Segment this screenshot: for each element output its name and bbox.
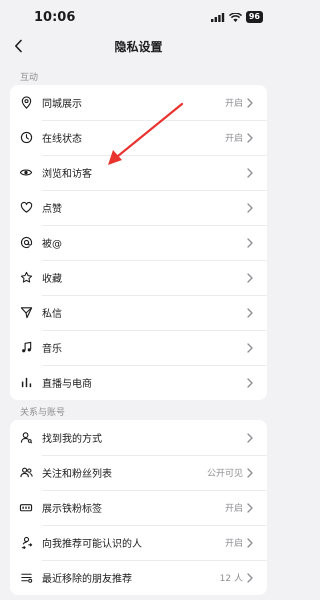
- chevron-right-icon: [247, 490, 261, 525]
- battery-indicator: 96: [245, 11, 263, 23]
- relations-settings-card: 找到我的方式 关注和粉丝列表 公开可见 展示铁粉标签 开启 向我推荐可能认识的人…: [10, 420, 267, 595]
- setting-row-find-me[interactable]: 找到我的方式: [10, 420, 267, 455]
- chevron-right-icon: [247, 120, 261, 155]
- eye-icon: [10, 155, 42, 190]
- person-share-icon: [10, 525, 42, 560]
- setting-row-views-visitors[interactable]: 浏览和访客: [10, 155, 267, 190]
- chevron-right-icon: [247, 85, 261, 120]
- chevron-right-icon: [247, 190, 261, 225]
- setting-label: 关注和粉丝列表: [42, 469, 112, 480]
- setting-label: 收藏: [42, 274, 62, 285]
- chevron-right-icon: [247, 525, 261, 560]
- chevron-right-icon: [247, 155, 261, 190]
- chevron-right-icon: [247, 225, 261, 260]
- setting-row-online-status[interactable]: 在线状态 开启: [10, 120, 267, 155]
- interaction-settings-card: 同城展示 开启 在线状态 开启 浏览和访客 点赞 被@ 收藏 私信 音乐 直播与…: [10, 85, 267, 400]
- setting-value: 开启: [224, 99, 243, 109]
- setting-row-mentions[interactable]: 被@: [10, 225, 267, 260]
- chevron-right-icon: [247, 420, 261, 455]
- setting-row-likes[interactable]: 点赞: [10, 190, 267, 225]
- chevron-right-icon: [247, 260, 261, 295]
- setting-label: 在线状态: [42, 134, 82, 145]
- setting-value: 公开可见: [206, 469, 243, 479]
- wifi-icon: [228, 12, 242, 22]
- setting-row-music[interactable]: 音乐: [10, 330, 267, 365]
- setting-value: 开启: [224, 539, 243, 549]
- setting-label: 音乐: [42, 344, 62, 355]
- setting-row-live-ecommerce[interactable]: 直播与电商: [10, 365, 267, 400]
- setting-row-direct-messages[interactable]: 私信: [10, 295, 267, 330]
- setting-value: 开启: [224, 504, 243, 514]
- chevron-right-icon: [247, 295, 261, 330]
- setting-label: 向我推荐可能认识的人: [42, 539, 142, 550]
- setting-label: 最近移除的朋友推荐: [42, 574, 132, 585]
- status-time: 10:06: [34, 10, 76, 25]
- setting-row-superfan-badge[interactable]: 展示铁粉标签 开启: [10, 490, 267, 525]
- setting-label: 点赞: [42, 204, 62, 215]
- send-icon: [10, 295, 42, 330]
- setting-label: 同城展示: [42, 99, 82, 110]
- setting-row-recommend-people[interactable]: 向我推荐可能认识的人 开启: [10, 525, 267, 560]
- location-pin-icon: [10, 85, 42, 120]
- status-icons: 96: [210, 11, 263, 23]
- setting-row-favorites[interactable]: 收藏: [10, 260, 267, 295]
- setting-value: 12 人: [219, 574, 243, 584]
- setting-label: 展示铁粉标签: [42, 504, 102, 515]
- chevron-right-icon: [247, 455, 261, 490]
- list-icon: [10, 560, 42, 595]
- signal-icon: [210, 12, 225, 22]
- section-header-relations-account: 关系与账号: [20, 408, 66, 418]
- badge-icon: [10, 490, 42, 525]
- navigation-bar: 隐私设置: [0, 34, 277, 58]
- setting-label: 直播与电商: [42, 379, 92, 390]
- setting-row-removed-recommendations[interactable]: 最近移除的朋友推荐 12 人: [10, 560, 267, 595]
- setting-label: 被@: [42, 239, 62, 250]
- section-header-interaction: 互动: [20, 73, 39, 83]
- at-icon: [10, 225, 42, 260]
- setting-value: 开启: [224, 134, 243, 144]
- setting-label: 浏览和访客: [42, 169, 92, 180]
- person-search-icon: [10, 420, 42, 455]
- people-icon: [10, 455, 42, 490]
- status-bar: 10:06 96: [0, 0, 277, 34]
- chevron-right-icon: [247, 560, 261, 595]
- setting-row-follow-fans-list[interactable]: 关注和粉丝列表 公开可见: [10, 455, 267, 490]
- chevron-right-icon: [247, 365, 261, 400]
- setting-label: 找到我的方式: [42, 434, 102, 445]
- page-title: 隐私设置: [114, 40, 163, 54]
- setting-row-city-display[interactable]: 同城展示 开启: [10, 85, 267, 120]
- star-icon: [10, 260, 42, 295]
- chevron-right-icon: [247, 330, 261, 365]
- bar-chart-icon: [10, 365, 42, 400]
- setting-label: 私信: [42, 309, 62, 320]
- clock-icon: [10, 120, 42, 155]
- music-note-icon: [10, 330, 42, 365]
- heart-icon: [10, 190, 42, 225]
